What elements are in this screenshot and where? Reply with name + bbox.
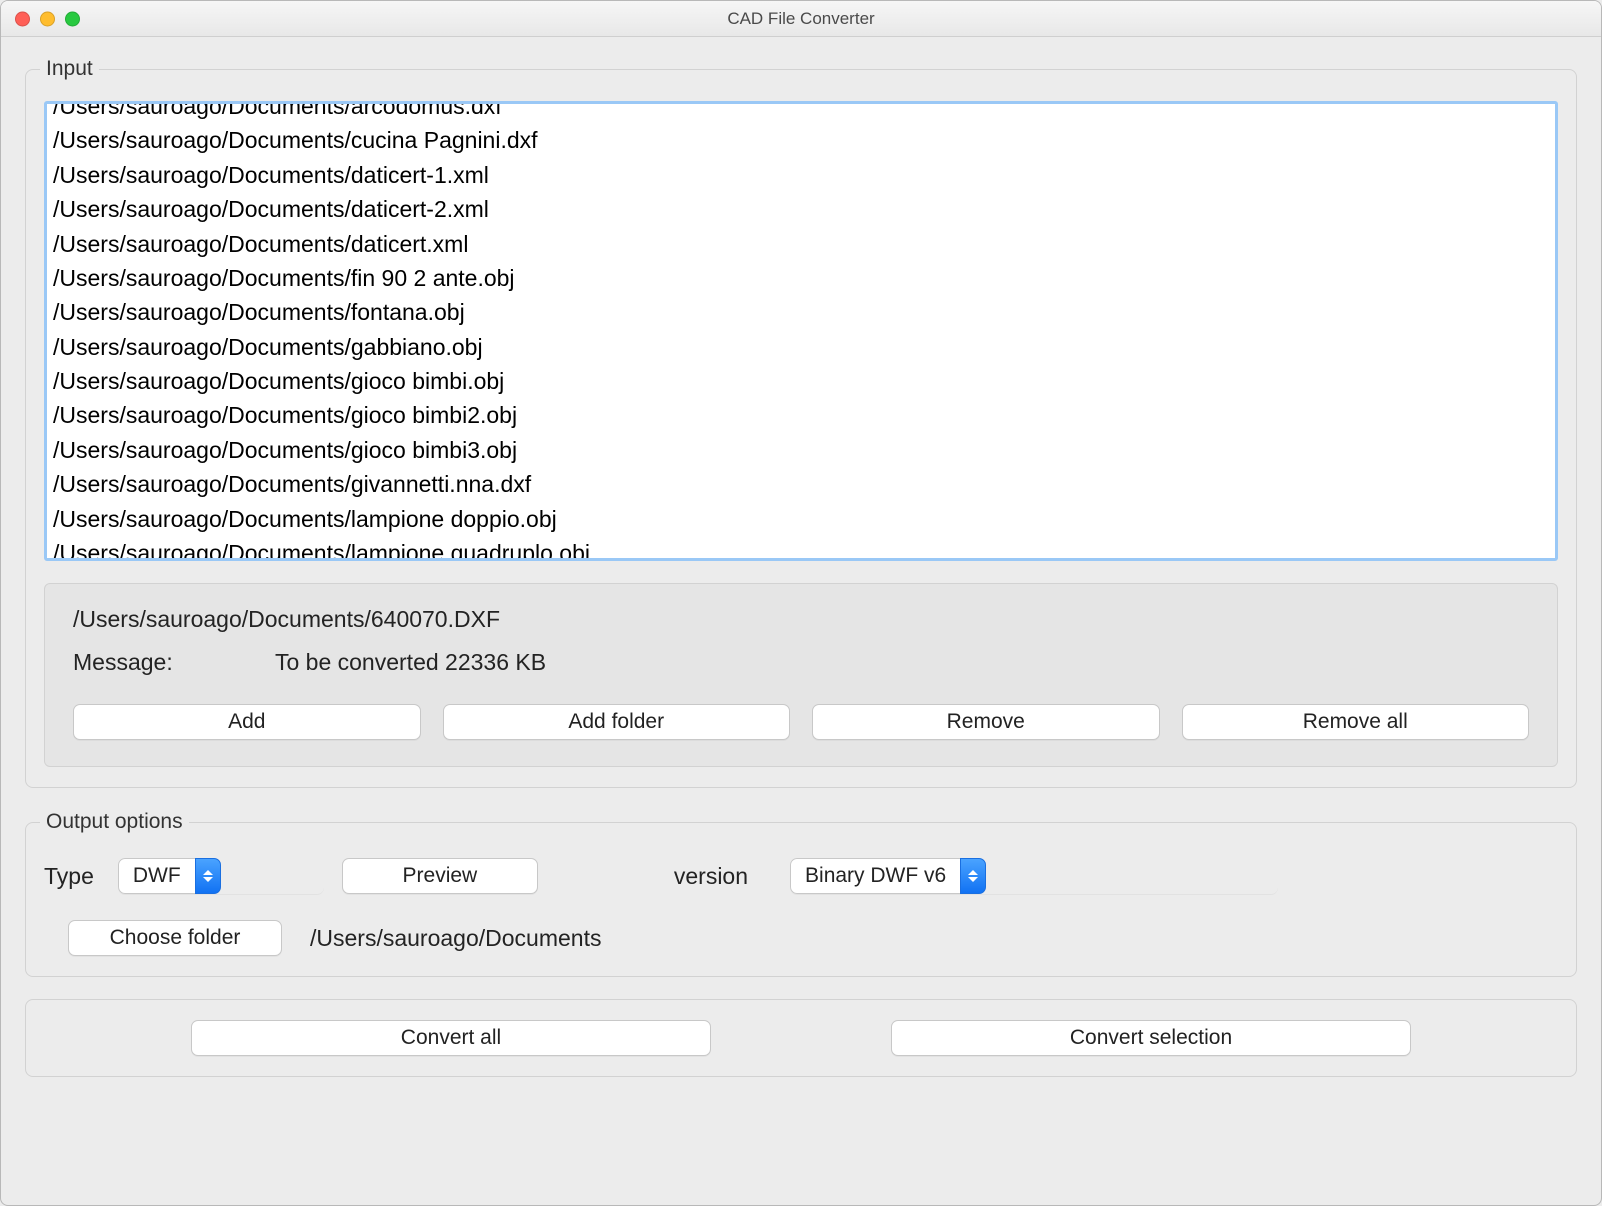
app-window: CAD File Converter Input /Users/sauroago… [0, 0, 1602, 1206]
input-group: Input /Users/sauroago/Documents/arcodomu… [25, 57, 1577, 788]
list-item[interactable]: /Users/sauroago/Documents/fontana.obj [53, 295, 1549, 329]
zoom-icon[interactable] [65, 11, 80, 26]
message-value: To be converted 22336 KB [275, 649, 546, 675]
type-select[interactable]: DWF [118, 858, 324, 894]
input-file-list[interactable]: /Users/sauroago/Documents/arcodomus.dxf … [47, 104, 1555, 558]
type-select-value: DWF [118, 858, 195, 894]
type-label: Type [44, 863, 94, 890]
output-folder-path: /Users/sauroago/Documents [310, 925, 601, 952]
message-row: Message: To be converted 22336 KB [73, 649, 1529, 676]
input-detail-box: /Users/sauroago/Documents/640070.DXF Mes… [44, 583, 1558, 767]
list-item[interactable]: /Users/sauroago/Documents/arcodomus.dxf [53, 104, 1549, 123]
add-folder-button[interactable]: Add folder [443, 704, 791, 740]
version-select[interactable]: Binary DWF v6 [790, 858, 1278, 894]
list-item[interactable]: /Users/sauroago/Documents/fin 90 2 ante.… [53, 261, 1549, 295]
output-row-1: Type DWF Preview version Binary DWF v6 [44, 858, 1558, 894]
chevron-up-down-icon [960, 858, 986, 894]
list-item[interactable]: /Users/sauroago/Documents/gabbiano.obj [53, 330, 1549, 364]
close-icon[interactable] [15, 11, 30, 26]
version-label: version [674, 863, 748, 890]
minimize-icon[interactable] [40, 11, 55, 26]
list-item[interactable]: /Users/sauroago/Documents/daticert.xml [53, 227, 1549, 261]
titlebar: CAD File Converter [1, 1, 1601, 37]
remove-button[interactable]: Remove [812, 704, 1160, 740]
list-item[interactable]: /Users/sauroago/Documents/cucina Pagnini… [53, 123, 1549, 157]
window-controls [15, 11, 80, 26]
output-legend: Output options [40, 810, 189, 834]
window-title: CAD File Converter [1, 9, 1601, 29]
list-item[interactable]: /Users/sauroago/Documents/gioco bimbi3.o… [53, 433, 1549, 467]
chevron-up-down-icon [195, 858, 221, 894]
convert-selection-button[interactable]: Convert selection [891, 1020, 1411, 1056]
choose-folder-button[interactable]: Choose folder [68, 920, 282, 956]
selected-file-path: /Users/sauroago/Documents/640070.DXF [73, 606, 1529, 633]
list-item[interactable]: /Users/sauroago/Documents/gioco bimbi.ob… [53, 364, 1549, 398]
list-item[interactable]: /Users/sauroago/Documents/lampione quadr… [53, 536, 1549, 558]
output-row-2: Choose folder /Users/sauroago/Documents [68, 920, 1558, 956]
remove-all-button[interactable]: Remove all [1182, 704, 1530, 740]
version-select-value: Binary DWF v6 [790, 858, 960, 894]
list-item[interactable]: /Users/sauroago/Documents/daticert-1.xml [53, 158, 1549, 192]
message-label: Message: [73, 649, 269, 676]
add-button[interactable]: Add [73, 704, 421, 740]
content: Input /Users/sauroago/Documents/arcodomu… [1, 37, 1601, 1101]
input-button-row: Add Add folder Remove Remove all [73, 704, 1529, 740]
convert-bar: Convert all Convert selection [25, 999, 1577, 1077]
list-item[interactable]: /Users/sauroago/Documents/daticert-2.xml [53, 192, 1549, 226]
output-group: Output options Type DWF Preview version … [25, 810, 1577, 977]
convert-all-button[interactable]: Convert all [191, 1020, 711, 1056]
input-listbox-frame: /Users/sauroago/Documents/arcodomus.dxf … [44, 101, 1558, 561]
list-item[interactable]: /Users/sauroago/Documents/gioco bimbi2.o… [53, 398, 1549, 432]
input-legend: Input [40, 57, 99, 81]
list-item[interactable]: /Users/sauroago/Documents/givannetti.nna… [53, 467, 1549, 501]
preview-button[interactable]: Preview [342, 858, 538, 894]
list-item[interactable]: /Users/sauroago/Documents/lampione doppi… [53, 502, 1549, 536]
